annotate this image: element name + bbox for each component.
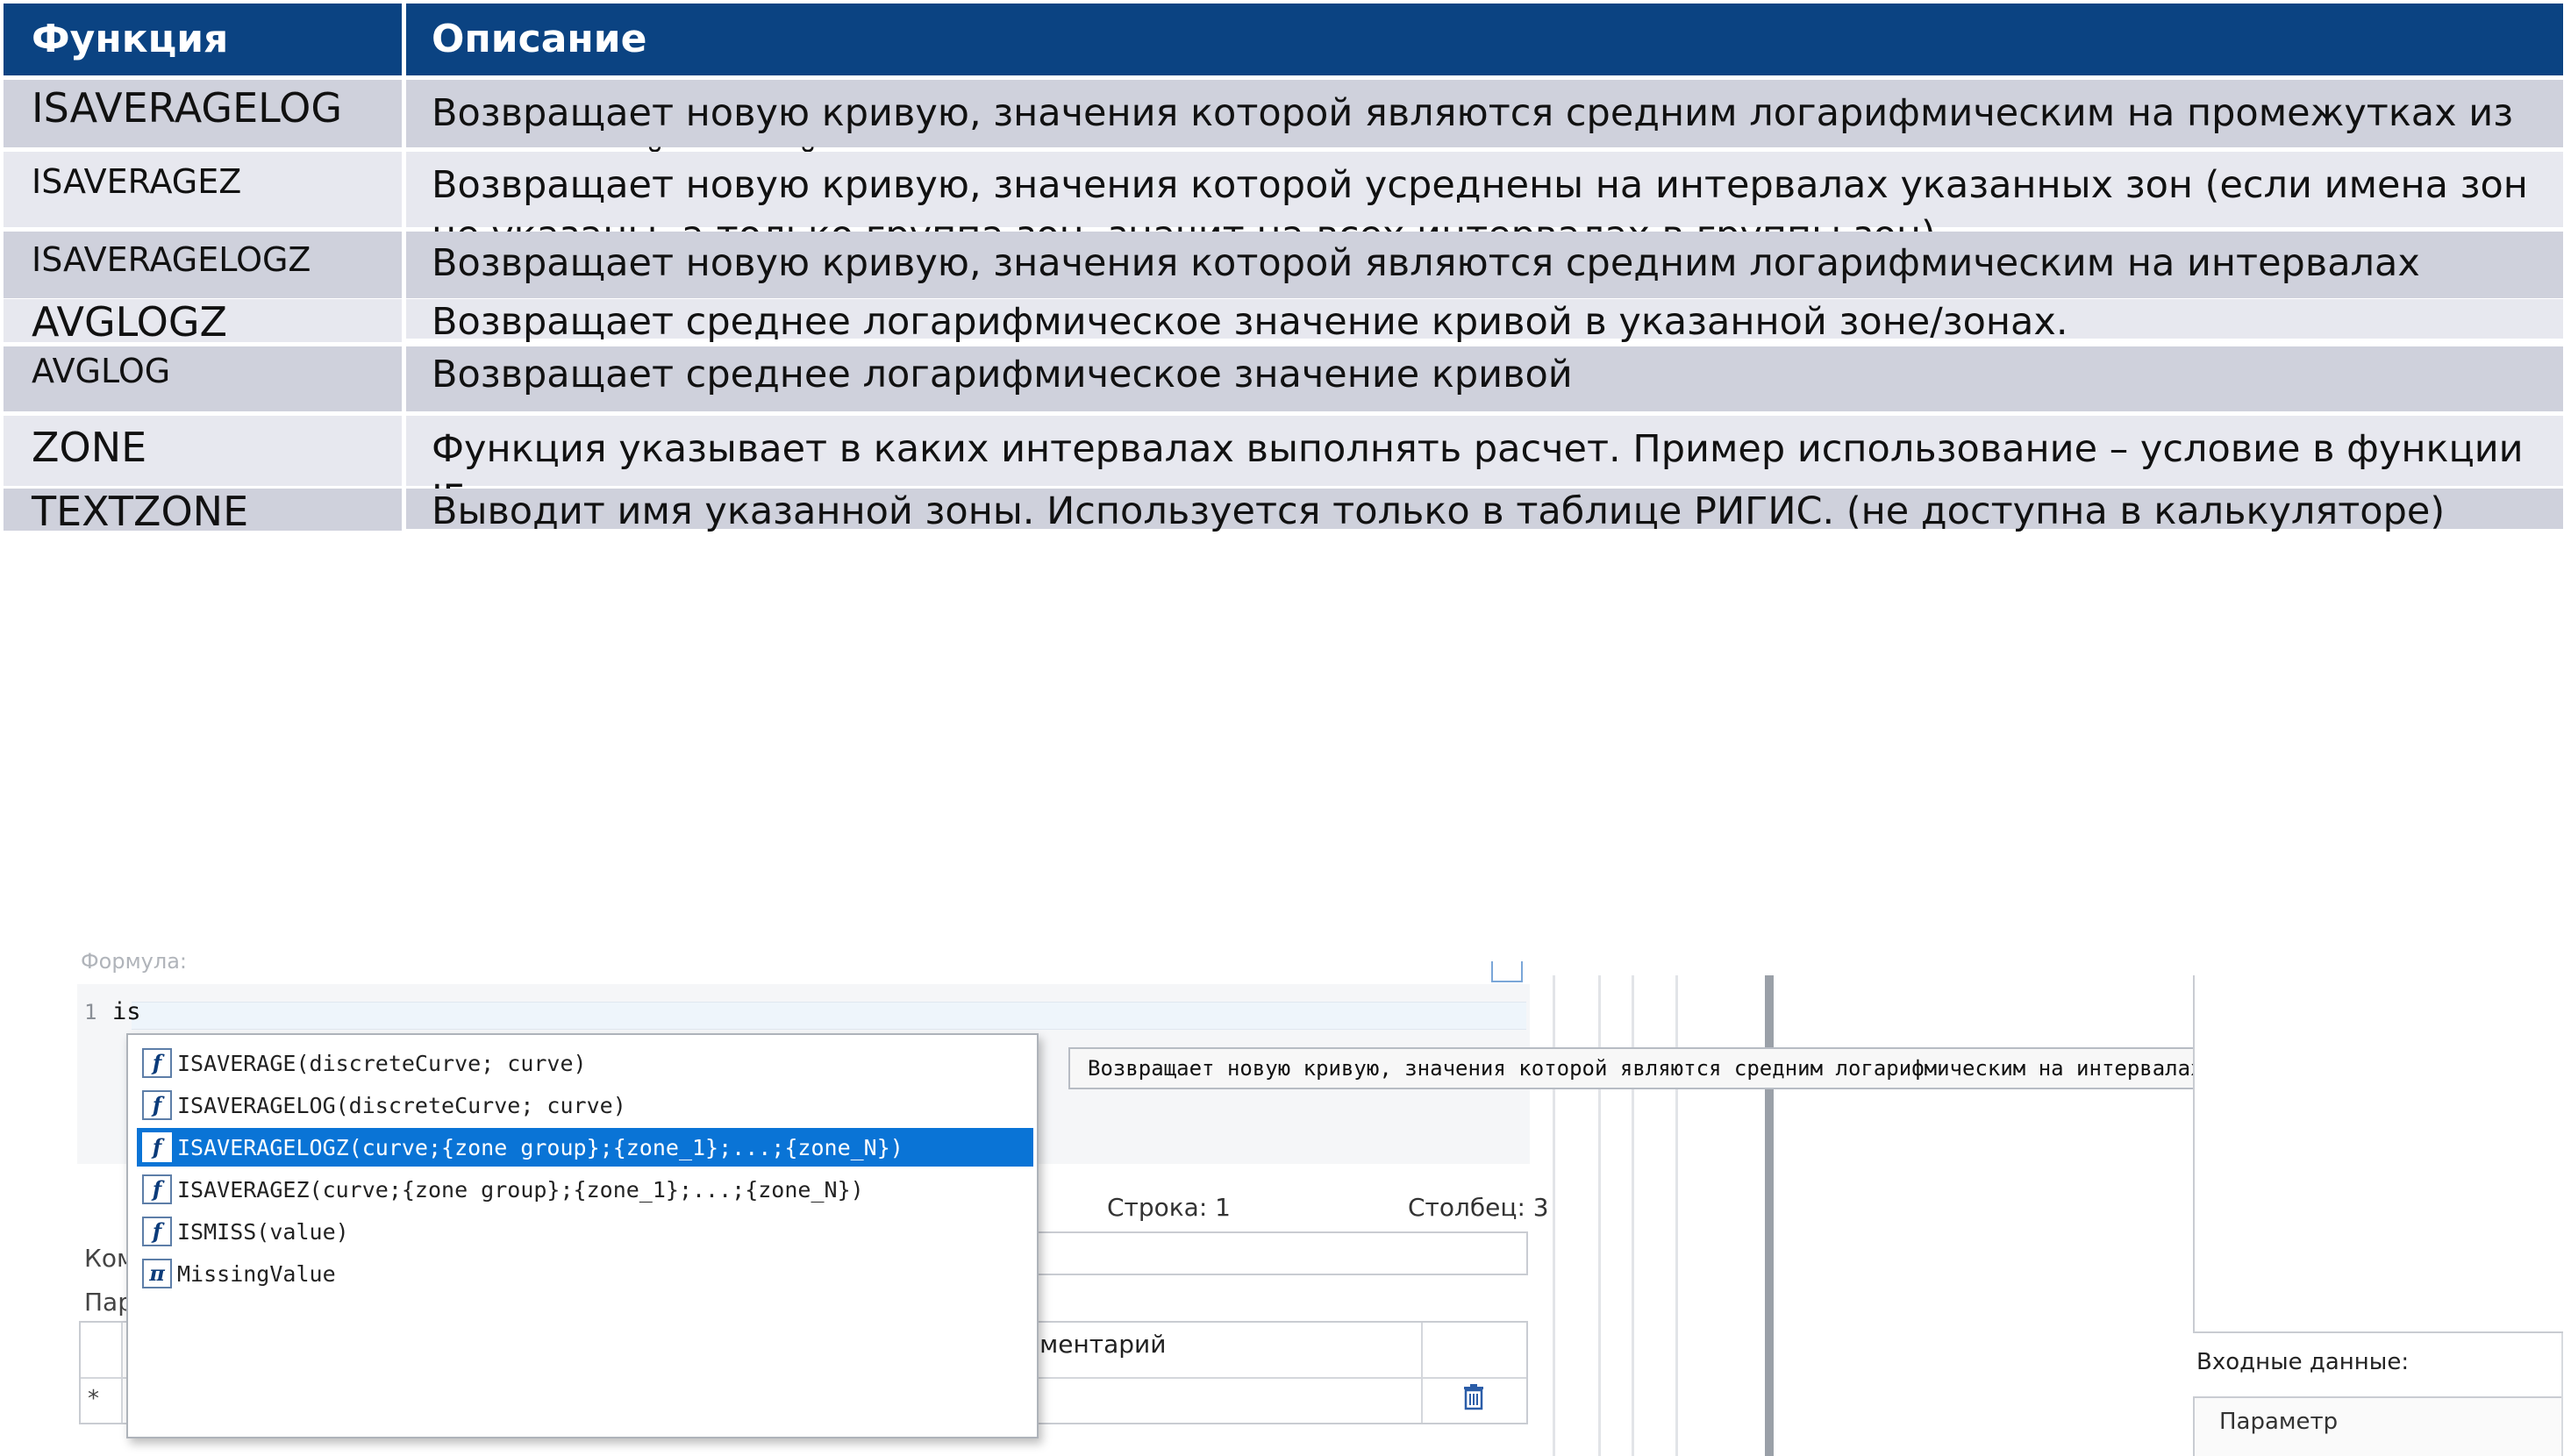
autocomplete-item-text: ISAVERAGEZ(curve;{zone group};{zone_1};.… bbox=[177, 1176, 864, 1203]
new-row-marker: * bbox=[88, 1386, 99, 1412]
grid-separator bbox=[1421, 1323, 1423, 1423]
formula-text[interactable]: is bbox=[112, 998, 141, 1025]
function-description: Возвращает новую кривую, значения которо… bbox=[406, 152, 2563, 257]
function-name: TEXTZONE bbox=[4, 489, 402, 534]
autocomplete-item-selected[interactable]: f ISAVERAGELOGZ(curve;{zone group};{zone… bbox=[137, 1128, 1033, 1167]
header-description: Описание bbox=[406, 4, 2563, 75]
trash-icon[interactable] bbox=[1463, 1384, 1484, 1410]
function-name: AVGLOGZ bbox=[4, 299, 402, 345]
functions-table: Функция Описание ISAVERAGELOG Возвращает… bbox=[4, 4, 2563, 534]
comment-column-header: мментарий bbox=[1021, 1330, 1167, 1359]
table-row: TEXTZONE Выводит имя указанной зоны. Исп… bbox=[4, 489, 2563, 534]
formula-editor-screenshot: Формула: 1 is Возвращает новую кривую, з… bbox=[0, 949, 2571, 1456]
autocomplete-item-text: ISAVERAGE(discreteCurve; curve) bbox=[177, 1050, 587, 1076]
autocomplete-popup: f ISAVERAGE(discreteCurve; curve) f ISAV… bbox=[126, 1033, 1039, 1438]
autocomplete-item-text: ISAVERAGELOGZ(curve;{zone group};{zone_1… bbox=[177, 1134, 903, 1160]
row-indicator: Строка: 1 bbox=[1107, 1193, 1231, 1222]
formula-label: Формула: bbox=[81, 949, 188, 974]
line-number: 1 bbox=[84, 1000, 97, 1024]
autocomplete-item[interactable]: f ISMISS(value) bbox=[137, 1212, 1033, 1251]
function-description: Функция указывает в каких интервалах вып… bbox=[406, 416, 2563, 521]
function-description: Возвращает новую кривую, значения которо… bbox=[406, 232, 2563, 335]
function-icon: f bbox=[142, 1217, 172, 1246]
function-name: AVGLOG bbox=[4, 346, 402, 411]
function-name: ISAVERAGEZ bbox=[4, 152, 402, 227]
autocomplete-item[interactable]: f ISAVERAGEZ(curve;{zone group};{zone_1}… bbox=[137, 1170, 1033, 1209]
autocomplete-item[interactable]: f ISAVERAGE(discreteCurve; curve) bbox=[137, 1044, 1033, 1082]
constant-icon: π bbox=[142, 1259, 172, 1288]
function-name: ZONE bbox=[4, 416, 402, 486]
function-description: Возвращает среднее логарифмическое значе… bbox=[406, 346, 2563, 411]
autocomplete-item-text: ISMISS(value) bbox=[177, 1218, 349, 1245]
column-indicator: Столбец: 3 bbox=[1408, 1193, 1549, 1222]
function-description: Возвращает среднее логарифмическое значе… bbox=[406, 299, 2563, 344]
comment-input[interactable] bbox=[1035, 1231, 1528, 1275]
function-description: Выводит имя указанной зоны. Используется… bbox=[406, 489, 2563, 533]
function-icon: f bbox=[142, 1090, 172, 1120]
function-icon: f bbox=[142, 1174, 172, 1204]
table-row: ISAVERAGELOG Возвращает новую кривую, зн… bbox=[4, 80, 2563, 185]
table-row: ISAVERAGELOGZ Возвращает новую кривую, з… bbox=[4, 232, 2563, 335]
table-row: AVGLOGZ Возвращает среднее логарифмическ… bbox=[4, 299, 2563, 345]
expand-icon[interactable] bbox=[1491, 961, 1523, 982]
parameter-label: Параметр bbox=[2219, 1409, 2339, 1435]
function-icon: f bbox=[142, 1048, 172, 1078]
function-name: ISAVERAGELOGZ bbox=[4, 232, 402, 298]
table-row: ISAVERAGEZ Возвращает новую кривую, знач… bbox=[4, 152, 2563, 257]
table-header-row: Функция Описание bbox=[4, 4, 2563, 75]
function-name: ISAVERAGELOG bbox=[4, 80, 402, 147]
autocomplete-item-text: MissingValue bbox=[177, 1260, 336, 1287]
autocomplete-item-text: ISAVERAGELOG(discreteCurve; curve) bbox=[177, 1092, 626, 1118]
function-description: Возвращает новую кривую, значения которо… bbox=[406, 80, 2563, 185]
table-row: AVGLOG Возвращает среднее логарифмическо… bbox=[4, 346, 2563, 411]
table-row: ZONE Функция указывает в каких интервала… bbox=[4, 416, 2563, 521]
input-data-label: Входные данные: bbox=[2196, 1349, 2410, 1375]
function-icon: f bbox=[142, 1132, 172, 1162]
grid-separator bbox=[121, 1323, 123, 1423]
autocomplete-item[interactable]: f ISAVERAGELOG(discreteCurve; curve) bbox=[137, 1086, 1033, 1124]
header-function: Функция bbox=[4, 4, 402, 75]
current-line-highlight bbox=[132, 1002, 1526, 1030]
autocomplete-item[interactable]: π MissingValue bbox=[137, 1254, 1033, 1293]
preview-panel bbox=[2193, 975, 2563, 1333]
